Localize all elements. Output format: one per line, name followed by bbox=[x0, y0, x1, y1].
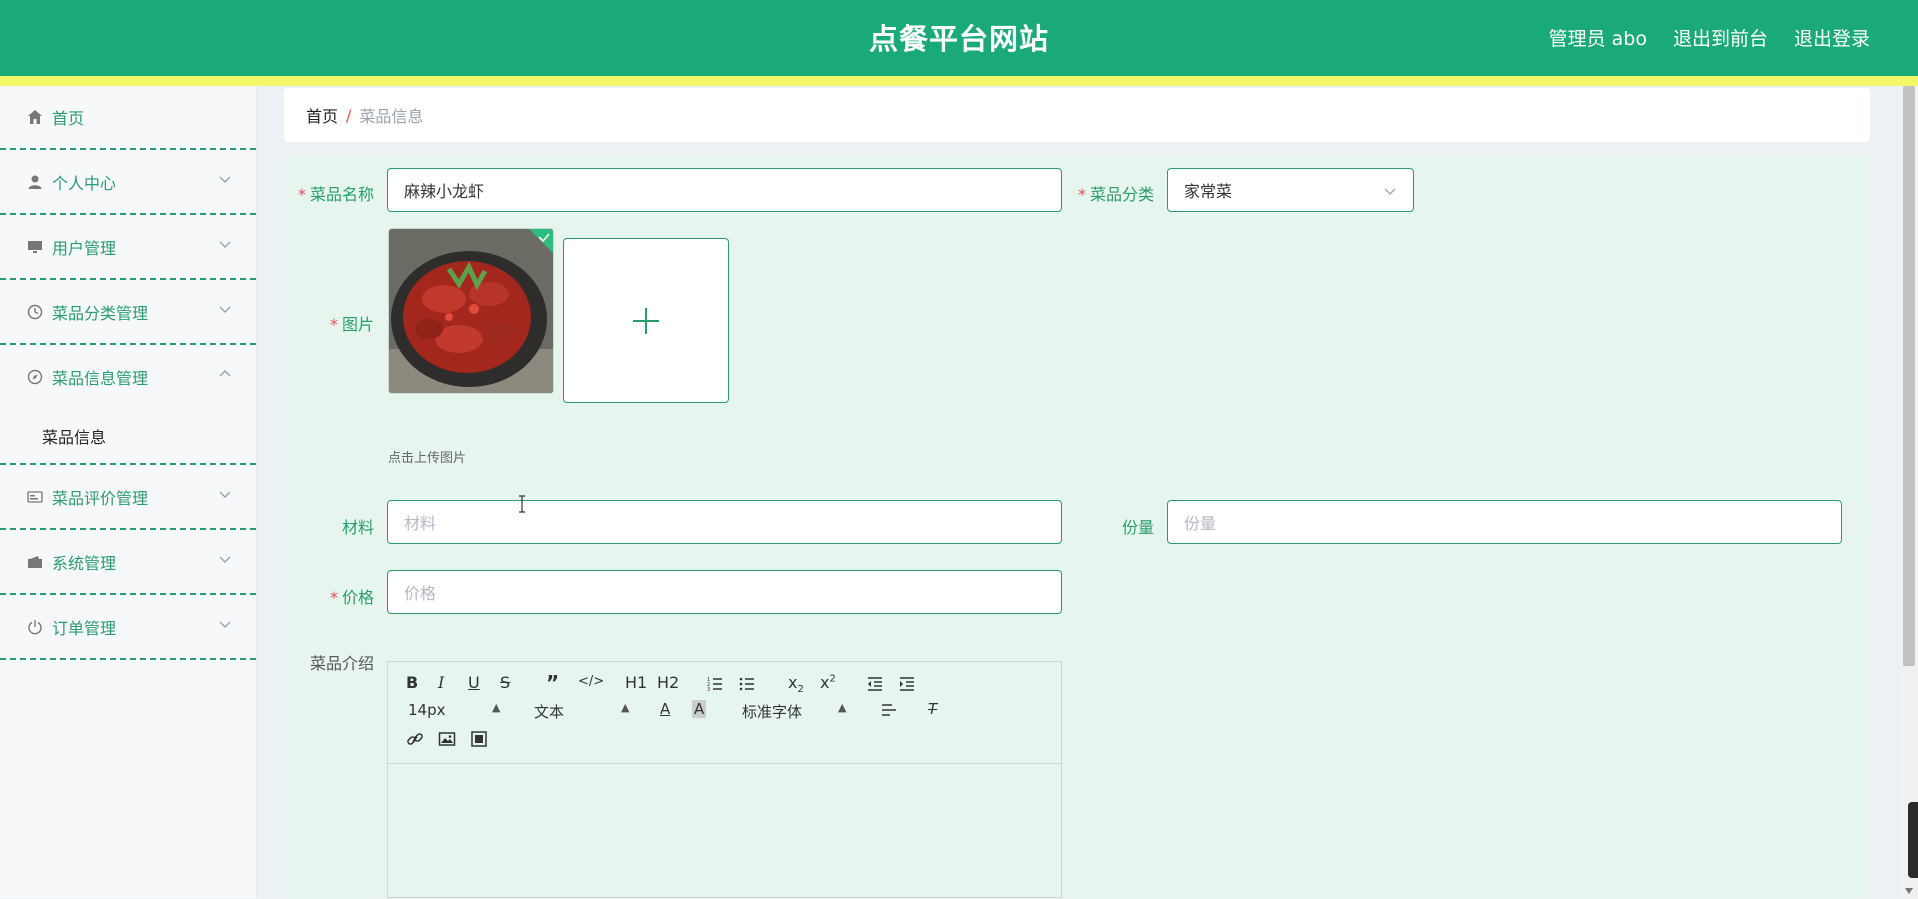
wallet-icon bbox=[26, 553, 44, 571]
scroll-down-arrow[interactable] bbox=[1905, 888, 1913, 894]
sidebar-item-label: 菜品评价管理 bbox=[52, 488, 149, 508]
image-label: * 图片 bbox=[330, 315, 375, 334]
link-icon[interactable] bbox=[406, 730, 424, 748]
sidebar-item-personal-center[interactable]: 个人中心 bbox=[0, 150, 256, 215]
side-widget[interactable] bbox=[1908, 802, 1918, 878]
chevron-down-icon bbox=[219, 176, 231, 183]
top-bar: 点餐平台网站 管理员 abo 退出到前台 退出登录 bbox=[0, 0, 1918, 76]
clear-format-icon[interactable]: T bbox=[928, 700, 937, 718]
dish-name-label: * 菜品名称 bbox=[298, 185, 375, 204]
bold-icon[interactable]: B bbox=[406, 673, 418, 692]
rich-text-editor: B I U S ” </> H1 H2 123 x2 x2 14px ▲ 文本 … bbox=[387, 661, 1062, 898]
intro-label: 菜品介绍 bbox=[310, 654, 375, 673]
upload-tip: 点击上传图片 bbox=[388, 451, 467, 466]
editor-content-area[interactable] bbox=[388, 764, 1061, 899]
upload-image-button[interactable] bbox=[563, 238, 729, 403]
italic-icon[interactable]: I bbox=[438, 673, 444, 692]
sidebar-item-home[interactable]: 首页 bbox=[0, 86, 256, 150]
sidebar: 首页 个人中心 用户管理 菜品分类管理 菜品信息管理 菜品信息 菜品评价管理 系… bbox=[0, 86, 257, 898]
video-icon[interactable] bbox=[470, 730, 488, 748]
plus-icon bbox=[633, 307, 659, 334]
breadcrumb-current: 菜品信息 bbox=[359, 107, 424, 126]
material-input[interactable]: 材料 bbox=[387, 500, 1062, 544]
chevron-down-icon bbox=[1384, 188, 1396, 195]
sidebar-item-label: 首页 bbox=[52, 109, 85, 128]
sidebar-item-dish-category[interactable]: 菜品分类管理 bbox=[0, 280, 256, 345]
background-color-icon[interactable]: A bbox=[692, 700, 707, 718]
portion-label: 份量 bbox=[1122, 518, 1155, 537]
bullet-list-icon[interactable] bbox=[738, 675, 756, 693]
underline-icon[interactable]: U bbox=[468, 673, 480, 692]
select-arrows-icon: ▲ bbox=[621, 701, 630, 714]
heading2-icon[interactable]: H2 bbox=[657, 673, 679, 692]
sidebar-item-user-management[interactable]: 用户管理 bbox=[0, 215, 256, 280]
sidebar-item-label: 用户管理 bbox=[52, 238, 117, 258]
sidebar-subitem-dish-info[interactable]: 菜品信息 bbox=[0, 408, 256, 465]
select-arrows-icon: ▲ bbox=[492, 701, 501, 714]
dish-category-select[interactable]: 家常菜 bbox=[1167, 168, 1414, 212]
clock-icon bbox=[26, 303, 44, 321]
power-icon bbox=[26, 618, 44, 636]
sidebar-item-dish-info[interactable]: 菜品信息管理 bbox=[0, 345, 256, 408]
price-input[interactable]: 价格 bbox=[387, 570, 1062, 614]
breadcrumb-home[interactable]: 首页 bbox=[306, 103, 338, 127]
sidebar-item-orders[interactable]: 订单管理 bbox=[0, 595, 256, 660]
ordered-list-icon[interactable]: 123 bbox=[706, 675, 724, 693]
subscript-icon[interactable]: x2 bbox=[788, 673, 804, 695]
dish-category-label: * 菜品分类 bbox=[1078, 185, 1155, 204]
material-label: 材料 bbox=[342, 518, 375, 537]
code-icon[interactable]: </> bbox=[578, 674, 604, 689]
text-cursor-icon bbox=[519, 495, 525, 513]
indent-icon[interactable] bbox=[898, 675, 916, 693]
heading1-icon[interactable]: H1 bbox=[625, 673, 647, 692]
monitor-icon bbox=[26, 238, 44, 256]
breadcrumb: 首页 / 菜品信息 bbox=[284, 88, 1870, 142]
portion-input[interactable]: 份量 bbox=[1167, 500, 1842, 544]
image-icon[interactable] bbox=[438, 730, 456, 748]
sidebar-item-dish-review[interactable]: 菜品评价管理 bbox=[0, 465, 256, 530]
font-color-icon[interactable]: A bbox=[660, 700, 670, 718]
chevron-down-icon bbox=[219, 306, 231, 313]
header-select[interactable]: 文本 bbox=[534, 701, 564, 722]
sidebar-item-label: 菜品信息管理 bbox=[52, 368, 149, 388]
scrollbar-thumb[interactable] bbox=[1903, 86, 1915, 666]
outdent-icon[interactable] bbox=[866, 675, 884, 693]
dish-name-input[interactable]: 麻辣小龙虾 bbox=[387, 168, 1062, 212]
user-icon bbox=[26, 173, 44, 191]
breadcrumb-separator: / bbox=[346, 105, 352, 125]
admin-user-label[interactable]: 管理员 abo bbox=[1549, 24, 1647, 51]
sidebar-item-label: 订单管理 bbox=[52, 618, 117, 638]
chevron-down-icon bbox=[219, 491, 231, 498]
font-family-select[interactable]: 标准字体 bbox=[742, 701, 802, 722]
home-icon bbox=[26, 108, 44, 126]
superscript-icon[interactable]: x2 bbox=[820, 673, 836, 692]
chevron-down-icon bbox=[219, 621, 231, 628]
align-icon[interactable] bbox=[880, 702, 898, 720]
uploaded-dish-image[interactable] bbox=[388, 228, 554, 394]
price-label: * 价格 bbox=[330, 588, 375, 607]
chevron-down-icon bbox=[219, 556, 231, 563]
svg-text:3: 3 bbox=[707, 687, 710, 693]
sidebar-subitem-label: 菜品信息 bbox=[42, 427, 107, 447]
editor-toolbar: B I U S ” </> H1 H2 123 x2 x2 14px ▲ 文本 … bbox=[388, 662, 1061, 764]
logout-link[interactable]: 退出登录 bbox=[1794, 24, 1870, 51]
accent-stripe bbox=[0, 76, 1918, 86]
card-icon bbox=[26, 488, 44, 506]
sidebar-item-label: 个人中心 bbox=[52, 173, 117, 193]
crayfish-photo bbox=[389, 229, 553, 393]
chevron-up-icon bbox=[219, 370, 231, 377]
sidebar-item-label: 系统管理 bbox=[52, 553, 117, 573]
select-arrows-icon: ▲ bbox=[838, 701, 847, 714]
blockquote-icon[interactable]: ” bbox=[546, 671, 559, 695]
strikethrough-icon[interactable]: S bbox=[500, 673, 510, 692]
page-scrollbar[interactable] bbox=[1900, 86, 1918, 898]
chevron-down-icon bbox=[219, 241, 231, 248]
header-actions: 管理员 abo 退出到前台 退出登录 bbox=[1549, 24, 1870, 51]
compass-icon bbox=[26, 368, 44, 386]
back-to-front-link[interactable]: 退出到前台 bbox=[1673, 24, 1768, 51]
sidebar-item-label: 菜品分类管理 bbox=[52, 303, 149, 323]
font-size-select[interactable]: 14px bbox=[408, 701, 446, 719]
sidebar-item-system[interactable]: 系统管理 bbox=[0, 530, 256, 595]
